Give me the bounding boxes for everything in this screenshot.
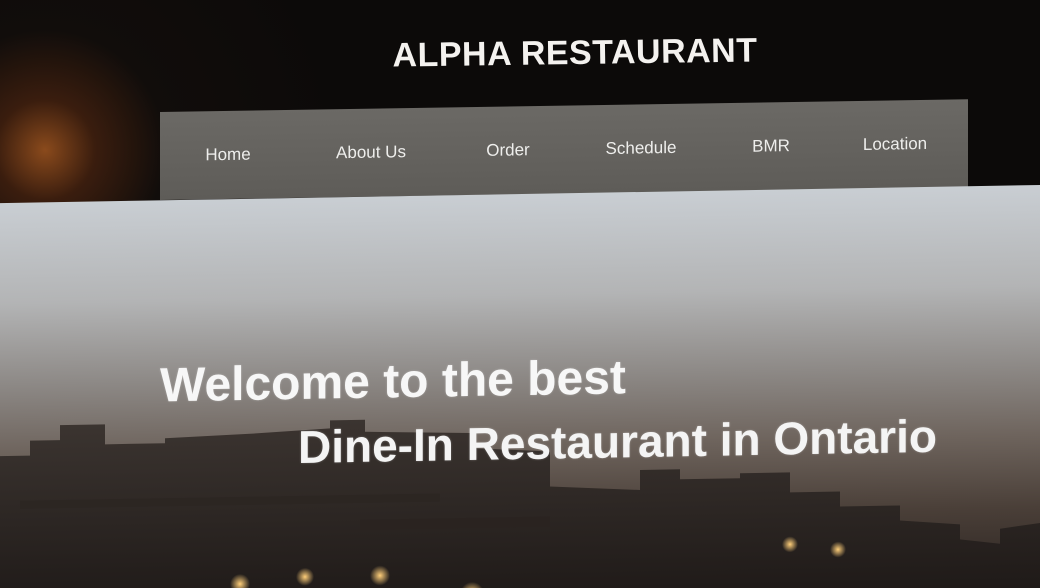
nav-home-link[interactable]: Home [160,144,296,166]
photo-of-screen: ALPHA RESTAURANT Home About Us Order Sch… [0,0,1040,588]
hero-heading-line2: Dine-In Restaurant in Ontario [298,409,937,473]
nav-order-link[interactable]: Order [446,140,570,162]
site-header: ALPHA RESTAURANT Home About Us Order Sch… [0,0,1040,205]
site-title: ALPHA RESTAURANT [392,31,758,75]
nav-location-link[interactable]: Location [830,133,960,155]
nav-about-us-link[interactable]: About Us [296,142,446,164]
hero-banner: Welcome to the best Dine-In Restaurant i… [0,185,1040,588]
nav-bmr-link[interactable]: BMR [712,135,830,157]
hero-heading-line1: Welcome to the best [160,351,626,413]
main-navbar: Home About Us Order Schedule BMR Locatio… [160,99,968,200]
nav-schedule-link[interactable]: Schedule [570,137,712,159]
